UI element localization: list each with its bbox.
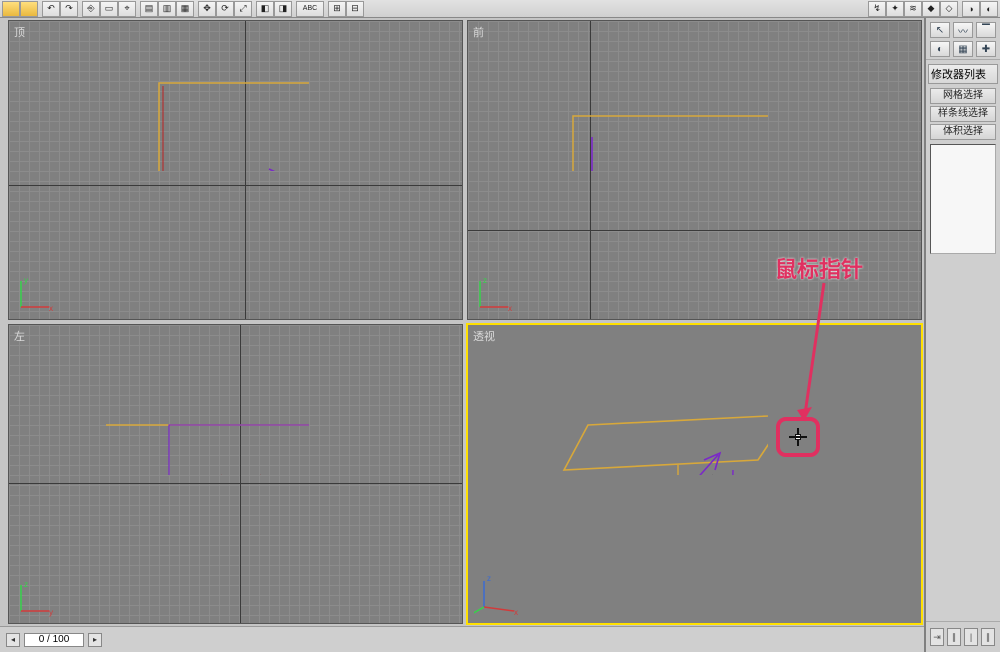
command-panel-tabs: ↖ 〰 ▔ ◐ ▦ ✚ xyxy=(926,18,1000,60)
toolbar-button[interactable] xyxy=(2,1,20,17)
toolbar-button[interactable]: ↶ xyxy=(42,1,60,17)
toolbar-button[interactable]: ↷ xyxy=(60,1,78,17)
axis-indicator: z x xyxy=(474,271,516,313)
main-toolbar: ↶ ↷ ⎆ ▭ ⌖ ▤ ▥ ▦ ✥ ⟳ ⤢ ◧ ◨ ABC ⊞ ⊟ ↯ ✦ ≋ … xyxy=(0,0,1000,18)
stack-toolbar: ⇥ ∥ | ∥ xyxy=(926,621,1000,652)
timeline-bar: ◂ 0 / 100 ▸ xyxy=(0,626,924,652)
svg-text:y: y xyxy=(24,276,28,285)
scene-overlay xyxy=(468,21,768,171)
axis-indicator: y x xyxy=(15,271,57,313)
mesh-select-button[interactable]: 网格选择 xyxy=(930,88,996,104)
toolbar-button[interactable]: ⊞ xyxy=(328,1,346,17)
toolbar-button[interactable]: ◆ xyxy=(922,1,940,17)
modifier-stack[interactable] xyxy=(930,144,996,254)
toolbar-button[interactable]: ≋ xyxy=(904,1,922,17)
scene-overlay xyxy=(468,325,768,475)
viewport-perspective[interactable]: 透视 xyxy=(467,324,922,624)
toolbar-button[interactable]: ABC xyxy=(296,1,324,17)
svg-text:x: x xyxy=(514,608,518,617)
pin-stack-icon[interactable]: ⇥ xyxy=(930,628,944,646)
toolbar-button[interactable]: ▥ xyxy=(158,1,176,17)
modifier-list-header[interactable]: 修改器列表 xyxy=(928,64,998,84)
callout-label: 鼠标指针 xyxy=(775,252,863,284)
toolbar-button[interactable]: ⊟ xyxy=(346,1,364,17)
toolbar-button[interactable]: ⌖ xyxy=(118,1,136,17)
toolbar-button[interactable]: ▭ xyxy=(100,1,118,17)
toolbar-button[interactable]: ⎆ xyxy=(82,1,100,17)
remove-icon[interactable]: ∥ xyxy=(981,628,995,646)
viewport-label: 透视 xyxy=(473,328,495,344)
spline-select-button[interactable]: 样条线选择 xyxy=(930,106,996,122)
toolbar-button[interactable]: ◐ xyxy=(980,1,998,17)
unique-icon[interactable]: | xyxy=(964,628,978,646)
viewport-label: 前 xyxy=(473,24,484,40)
volume-select-button[interactable]: 体积选择 xyxy=(930,124,996,140)
viewport-label: 顶 xyxy=(14,24,25,40)
toolbar-button[interactable] xyxy=(20,1,38,17)
viewport-left[interactable]: 左 z y xyxy=(8,324,463,624)
command-panel: ↖ 〰 ▔ ◐ ▦ ✚ 修改器列表 网格选择 样条线选择 体积选择 ⇥ ∥ | … xyxy=(924,18,1000,652)
scroll-right-button[interactable]: ▸ xyxy=(88,633,102,647)
motion-tab-icon[interactable]: ◐ xyxy=(930,41,950,57)
modify-tab-icon[interactable]: 〰 xyxy=(953,22,973,38)
svg-text:x: x xyxy=(508,304,512,313)
scene-overlay xyxy=(9,21,309,171)
viewport-container: 顶 y x xyxy=(0,18,924,652)
toolbar-button[interactable]: ✥ xyxy=(198,1,216,17)
toolbar-button[interactable]: ✦ xyxy=(886,1,904,17)
toolbar-button[interactable]: ↯ xyxy=(868,1,886,17)
callout-highlight-box xyxy=(776,417,820,457)
toolbar-button[interactable]: ⤢ xyxy=(234,1,252,17)
svg-text:z: z xyxy=(24,580,28,589)
toolbar-button[interactable]: ▤ xyxy=(140,1,158,17)
frame-readout: 0 / 100 xyxy=(24,633,84,647)
toolbar-button[interactable]: ◇ xyxy=(940,1,958,17)
hierarchy-tab-icon[interactable]: ▔ xyxy=(976,22,996,38)
toolbar-button[interactable]: ⟳ xyxy=(216,1,234,17)
scene-overlay xyxy=(9,325,309,475)
axis-indicator: z y xyxy=(15,575,57,617)
scroll-left-button[interactable]: ◂ xyxy=(6,633,20,647)
utilities-tab-icon[interactable]: ✚ xyxy=(976,41,996,57)
svg-text:y: y xyxy=(49,608,53,617)
viewport-top[interactable]: 顶 y x xyxy=(8,20,463,320)
svg-text:z: z xyxy=(483,276,487,285)
svg-text:x: x xyxy=(49,304,53,313)
toolbar-button[interactable]: ◨ xyxy=(274,1,292,17)
viewport-label: 左 xyxy=(14,328,25,344)
toolbar-button[interactable]: ◧ xyxy=(256,1,274,17)
toolbar-button[interactable]: ◑ xyxy=(962,1,980,17)
app-root: ↶ ↷ ⎆ ▭ ⌖ ▤ ▥ ▦ ✥ ⟳ ⤢ ◧ ◨ ABC ⊞ ⊟ ↯ ✦ ≋ … xyxy=(0,0,1000,652)
axis-indicator: z x xyxy=(474,569,526,617)
display-tab-icon[interactable]: ▦ xyxy=(953,41,973,57)
show-end-icon[interactable]: ∥ xyxy=(947,628,961,646)
toolbar-button[interactable]: ▦ xyxy=(176,1,194,17)
workspace: 顶 y x xyxy=(0,18,1000,652)
create-tab-icon[interactable]: ↖ xyxy=(930,22,950,38)
svg-text:z: z xyxy=(487,574,491,583)
